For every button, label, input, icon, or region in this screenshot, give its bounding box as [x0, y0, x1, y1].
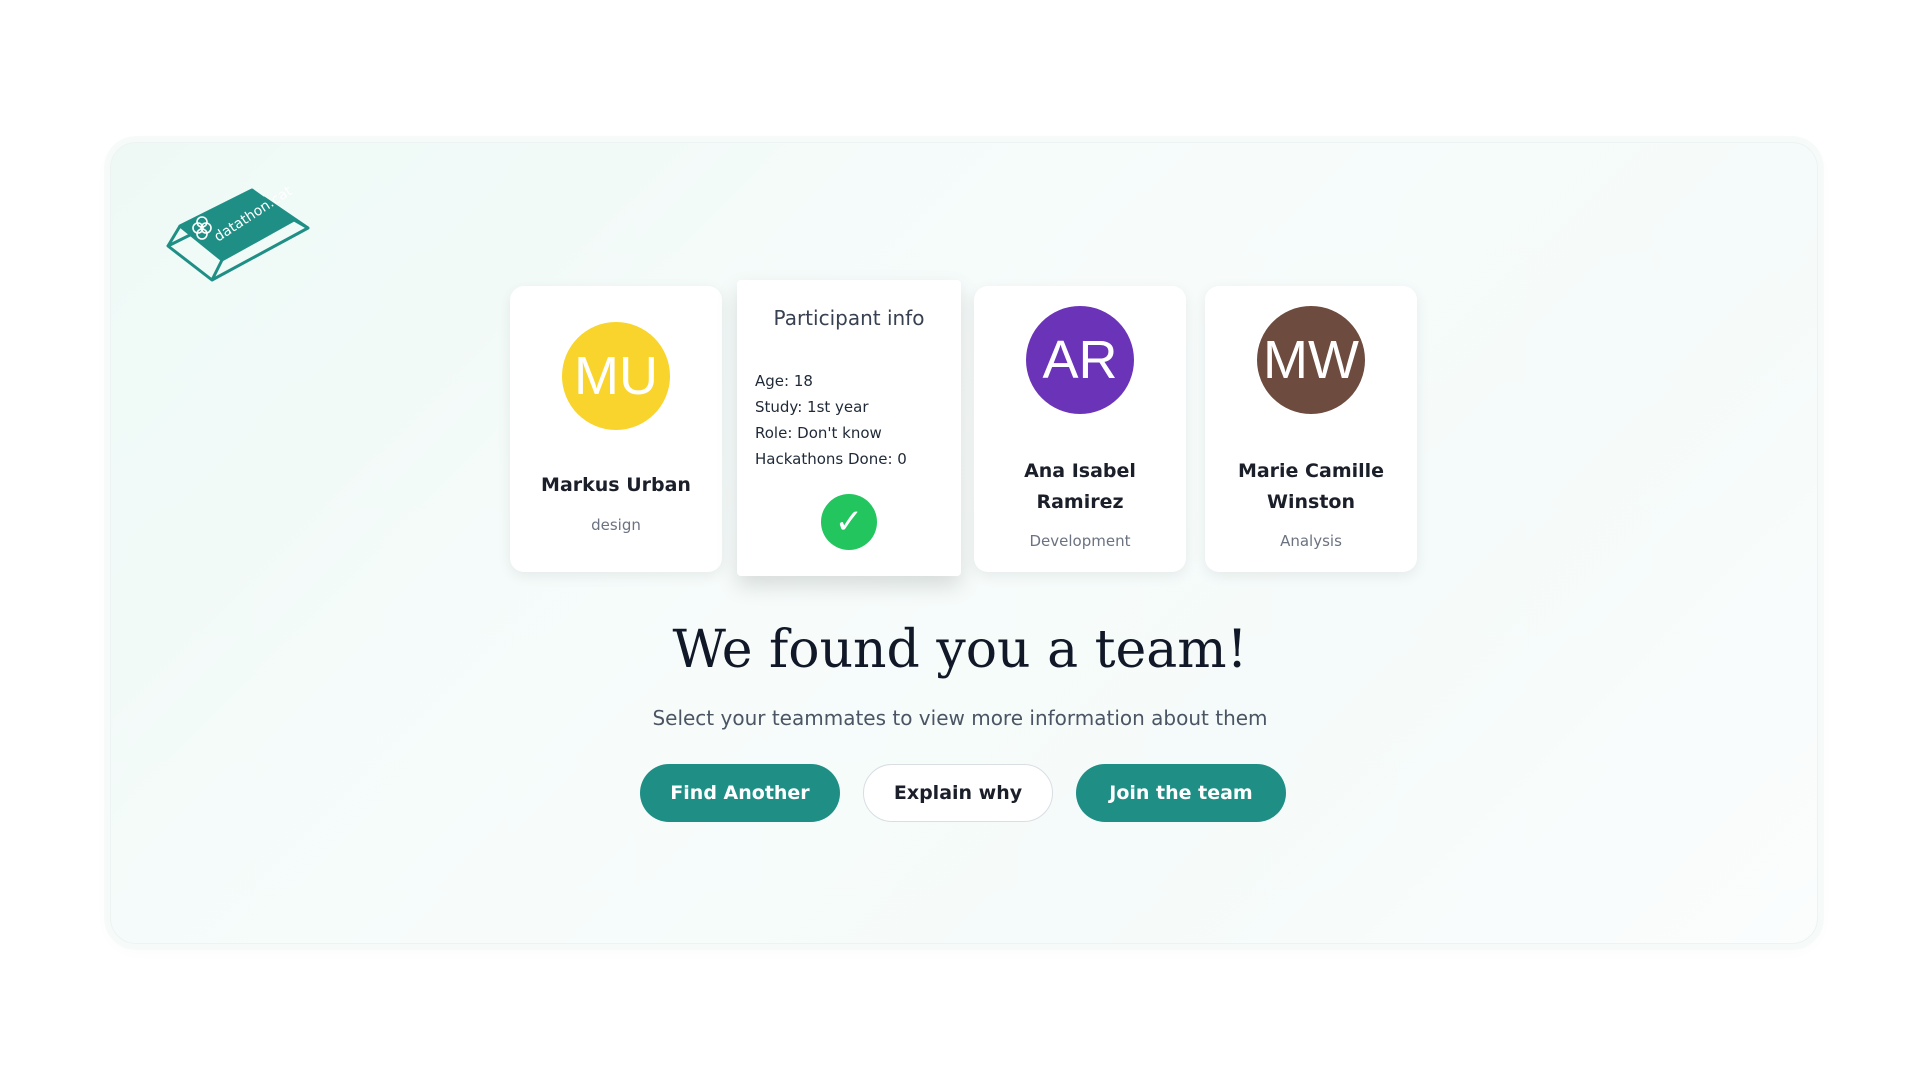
member-role: Analysis — [1280, 532, 1342, 550]
info-title: Participant info — [773, 306, 925, 330]
page: datathon.cat MU Markus Urban design Part… — [0, 0, 1920, 1080]
avatar: AR — [1026, 306, 1134, 414]
team-cards: MU Markus Urban design Participant info … — [0, 280, 1920, 592]
page-title: We found you a team! — [672, 620, 1248, 680]
avatar-initials: MW — [1263, 330, 1359, 390]
info-role: Role: Don't know — [755, 424, 882, 442]
member-name-line-2: Ramirez — [1036, 491, 1124, 513]
member-name: Marie Camille Winston — [1215, 456, 1407, 518]
check-icon[interactable]: ✓ — [821, 494, 877, 550]
member-name-line-1: Ana Isabel — [1024, 460, 1136, 482]
info-age: Age: 18 — [755, 372, 813, 390]
member-name: Markus Urban — [541, 474, 691, 496]
member-name: Ana Isabel Ramirez — [984, 456, 1176, 518]
member-card-markus-urban[interactable]: MU Markus Urban design — [510, 286, 722, 572]
explain-why-button[interactable]: Explain why — [863, 764, 1053, 822]
member-card-marie-camille-winston[interactable]: MW Marie Camille Winston Analysis — [1205, 286, 1417, 572]
member-card-ana-isabel-ramirez[interactable]: AR Ana Isabel Ramirez Development — [974, 286, 1186, 572]
page-subtitle: Select your teammates to view more infor… — [652, 706, 1268, 730]
find-another-button[interactable]: Find Another — [640, 764, 840, 822]
info-hackathons: Hackathons Done: 0 — [755, 450, 907, 468]
info-study: Study: 1st year — [755, 398, 869, 416]
datathon-logo-icon[interactable]: datathon.cat — [160, 176, 320, 296]
info-details: Age: 18 Study: 1st year Role: Don't know… — [755, 368, 951, 472]
member-name-line-1: Marie Camille — [1237, 460, 1385, 482]
member-role: Development — [1029, 532, 1131, 550]
participant-info-card[interactable]: Participant info Age: 18 Study: 1st year… — [737, 280, 961, 576]
avatar: MU — [562, 322, 670, 430]
avatar-initials: MU — [574, 346, 658, 406]
join-team-button[interactable]: Join the team — [1076, 764, 1286, 822]
avatar-initials: AR — [1042, 330, 1118, 390]
avatar: MW — [1257, 306, 1365, 414]
member-role: design — [591, 516, 641, 534]
member-name-line-2: Winston — [1267, 491, 1355, 513]
